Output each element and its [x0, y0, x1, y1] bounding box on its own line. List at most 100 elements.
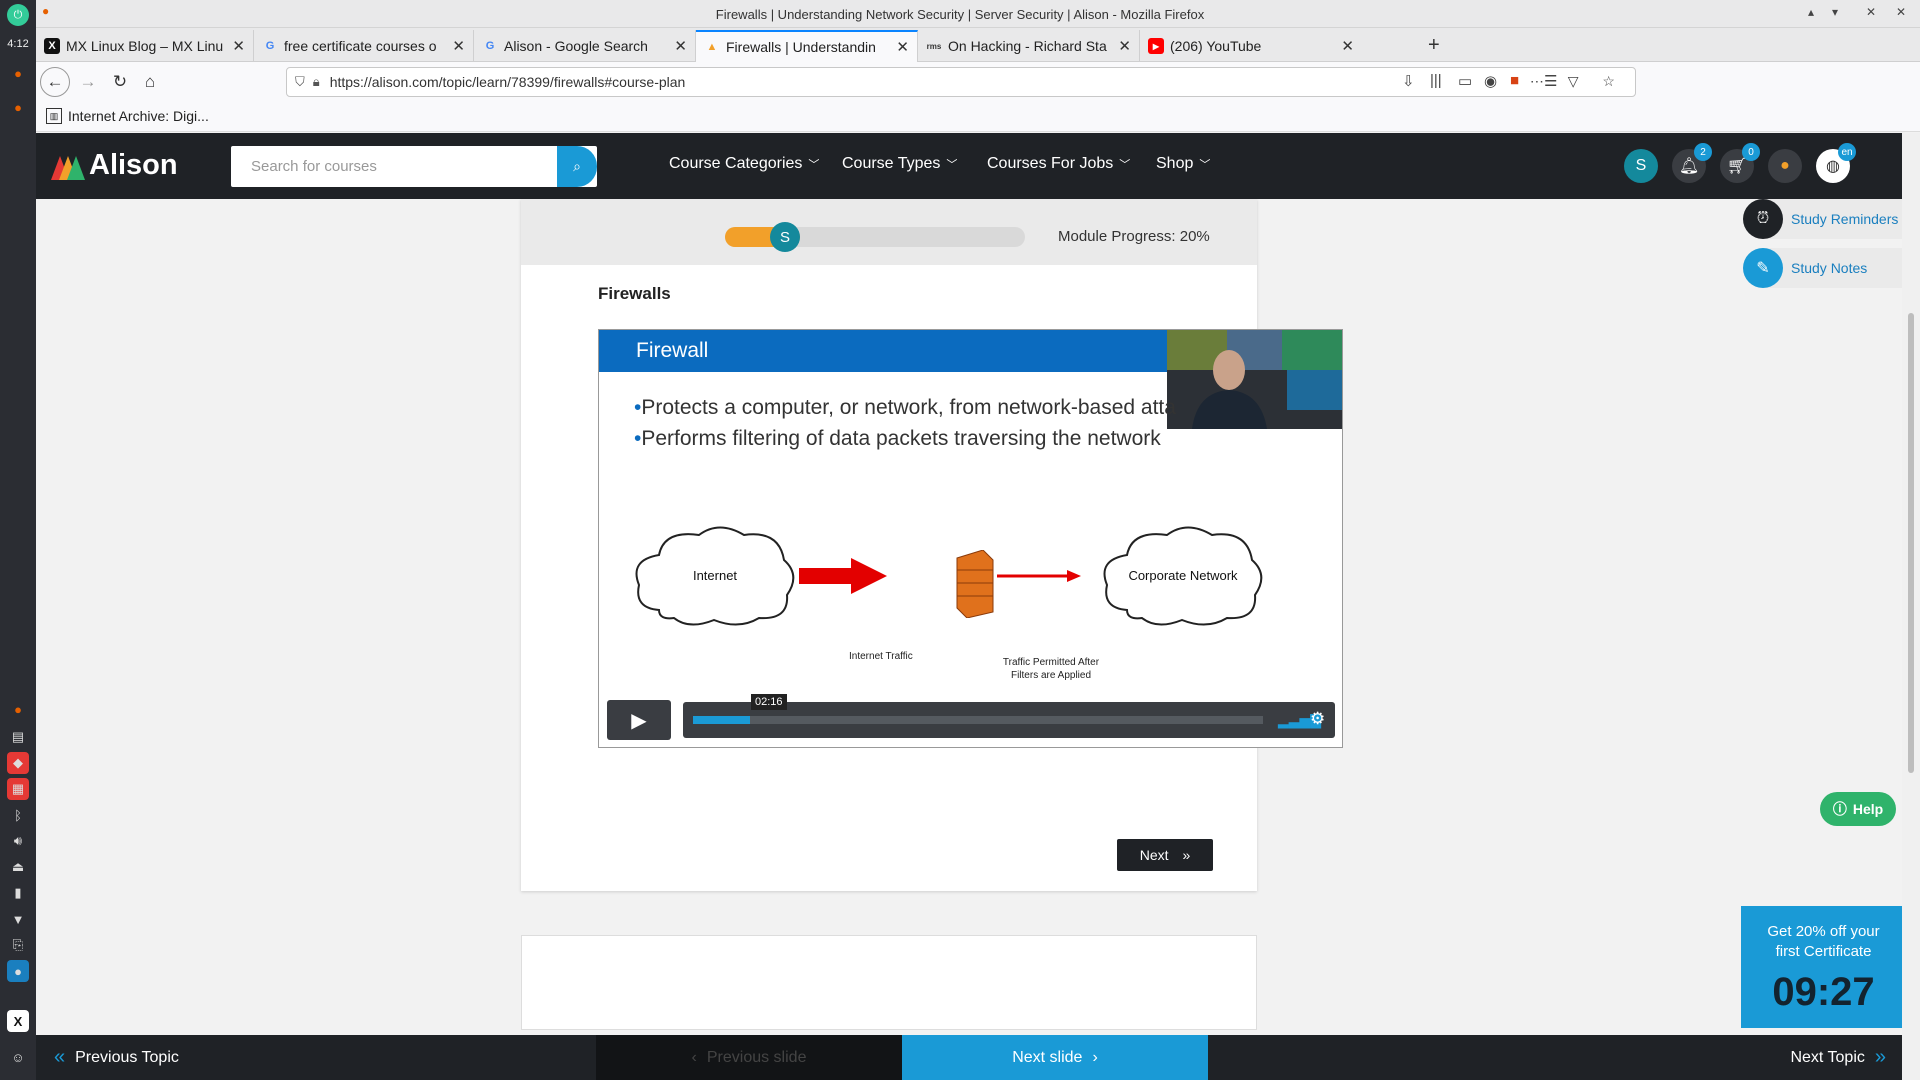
firefox-launcher-icon[interactable]: ●	[7, 698, 29, 720]
study-notes-button[interactable]: ✎ Study Notes	[1743, 248, 1902, 288]
network-icon[interactable]: ▼	[7, 908, 29, 930]
gear-icon[interactable]: ⚙	[1310, 709, 1325, 729]
video-player[interactable]: Firewall •Protects a computer, or networ…	[598, 329, 1343, 748]
back-arrow-icon[interactable]: ←	[40, 67, 70, 97]
library-icon[interactable]: |||	[1430, 72, 1442, 89]
alison-logo[interactable]: Alison	[51, 149, 178, 182]
close-icon[interactable]: ✕	[674, 37, 687, 55]
home-icon[interactable]: ⌂	[138, 70, 162, 94]
lock-icon[interactable]: 🔒︎	[313, 74, 320, 90]
tab-label: Firewalls | Understandin	[726, 39, 876, 55]
double-chevron-left-icon: «	[54, 1046, 66, 1068]
play-icon[interactable]: ▶	[607, 700, 671, 740]
tab-label: (206) YouTube	[1170, 38, 1262, 54]
medal-icon[interactable]: ●	[1768, 149, 1802, 183]
cart-icon[interactable]: 🛒︎ 0	[1720, 143, 1760, 183]
menu-label: Course Types	[842, 155, 941, 172]
window-shade-button[interactable]: ▴	[1808, 5, 1814, 19]
search-icon[interactable]: ⌕	[557, 146, 597, 187]
certificate-promo[interactable]: Get 20% off your first Certificate 09:27	[1741, 906, 1902, 1028]
close-icon[interactable]: ✕	[1118, 37, 1131, 55]
sidebar-icon[interactable]: ▭	[1458, 72, 1472, 90]
new-tab-icon[interactable]: +	[1428, 34, 1440, 57]
mx-linux-favicon: X	[44, 38, 60, 54]
close-icon[interactable]: ✕	[896, 38, 909, 56]
cart-badge: 0	[1742, 143, 1760, 161]
previous-slide-button[interactable]: ‹ Previous slide	[596, 1035, 902, 1080]
bookmark-internet-archive[interactable]: ▥ Internet Archive: Digi...	[46, 108, 209, 124]
volume-icon[interactable]: 🔊︎	[7, 830, 29, 852]
file-manager-icon[interactable]: ▤	[7, 726, 29, 748]
calendar-icon[interactable]: ▦	[7, 778, 29, 800]
menu-course-categories[interactable]: Course Categories ﹀	[669, 155, 819, 173]
scrollbar-thumb[interactable]	[1908, 313, 1914, 773]
slide-title: Firewall	[599, 330, 1174, 372]
page-scrollbar[interactable]	[1902, 133, 1920, 1080]
window-minimize-button[interactable]: ▾	[1832, 5, 1838, 19]
tab-mx-linux[interactable]: X MX Linux Blog – MX Linu ✕	[36, 30, 254, 62]
active-window-icon[interactable]: ●	[7, 960, 29, 982]
video-seekbar[interactable]: 02:16 ▂▃▅▇ ⚙	[683, 694, 1335, 738]
tab-label: Alison - Google Search	[504, 38, 648, 54]
chevron-down-icon: ﹀	[1119, 159, 1131, 171]
close-icon[interactable]: ✕	[1341, 37, 1354, 55]
menu-course-types[interactable]: Course Types ﹀	[842, 155, 957, 173]
tab-alison-search[interactable]: G Alison - Google Search ✕	[474, 30, 696, 62]
previous-topic-button[interactable]: « Previous Topic	[36, 1035, 596, 1080]
help-label: Help	[1852, 801, 1884, 817]
close-icon[interactable]: ✕	[452, 37, 465, 55]
shield-icon[interactable]: ⛉	[295, 74, 305, 90]
eject-icon[interactable]: ⏏	[7, 856, 29, 878]
window-close-button[interactable]: ✕	[1896, 5, 1906, 19]
help-button[interactable]: ⓘ Help	[1820, 792, 1896, 826]
firefox-window-icon[interactable]: ●	[7, 96, 29, 118]
next-topic-button[interactable]: Next Topic »	[1208, 1035, 1902, 1080]
window-title: Firewalls | Understanding Network Securi…	[715, 7, 1205, 22]
firefox-window-icon[interactable]: ●	[7, 62, 29, 84]
slide-bullet: •Performs filtering of data packets trav…	[634, 427, 1161, 450]
menu-courses-for-jobs[interactable]: Courses For Jobs ﹀	[987, 155, 1130, 173]
avatar[interactable]: S	[1624, 149, 1658, 183]
reload-icon[interactable]: ↻	[108, 70, 132, 94]
previous-topic-label: Previous Topic	[75, 1048, 179, 1066]
course-search: ⌕	[231, 146, 597, 187]
tab-label: On Hacking - Richard Sta	[948, 38, 1107, 54]
menu-icon[interactable]: ☰	[1544, 72, 1557, 90]
clipboard-icon[interactable]: ▮	[7, 882, 29, 904]
cloud-label: Internet	[692, 567, 738, 583]
tab-firewalls[interactable]: ▲ Firewalls | Understandin ✕	[696, 30, 918, 62]
url-text[interactable]: https://alison.com/topic/learn/78399/fir…	[330, 74, 686, 90]
seek-track[interactable]: 02:16	[693, 694, 1263, 724]
window-titlebar: Firewalls | Understanding Network Securi…	[0, 0, 1920, 28]
menu-shop[interactable]: Shop ﹀	[1156, 155, 1210, 173]
google-favicon: G	[265, 40, 275, 52]
bell-icon[interactable]: 🔔︎ 2	[1672, 143, 1712, 183]
tab-youtube[interactable]: ▶ (206) YouTube ✕	[1140, 30, 1362, 62]
system-menu-icon[interactable]: ⏻	[7, 4, 29, 26]
software-icon[interactable]: ◆	[7, 752, 29, 774]
paperclip-icon[interactable]: ⎘	[7, 934, 29, 956]
user-icon[interactable]: ☺	[7, 1046, 29, 1068]
chevron-down-icon: ﹀	[1199, 159, 1211, 171]
globe-icon[interactable]: ◍ en	[1816, 143, 1856, 183]
next-button[interactable]: Next »	[1117, 839, 1213, 871]
mx-logo-icon[interactable]: X	[7, 1010, 29, 1032]
search-input[interactable]	[231, 146, 531, 187]
bluetooth-icon[interactable]: ᛒ	[7, 804, 29, 826]
site-header: Alison ⌕ Course Categories ﹀ Course Types…	[36, 133, 1902, 199]
secondary-card	[521, 935, 1257, 1030]
next-label: Next	[1139, 847, 1169, 863]
extension-icon[interactable]: ■	[1510, 72, 1519, 89]
downloads-icon[interactable]: ⇩	[1402, 72, 1415, 90]
tab-free-certificate[interactable]: G free certificate courses o ✕	[254, 30, 474, 62]
forward-arrow-icon[interactable]: →	[76, 70, 100, 94]
progress-text: Module Progress: 20%	[1058, 228, 1210, 245]
question-icon: ⓘ	[1832, 801, 1847, 817]
window-maximize-button[interactable]: ✕	[1866, 5, 1876, 19]
next-slide-button[interactable]: Next slide ›	[902, 1035, 1208, 1080]
study-reminders-button[interactable]: ⏰︎ Study Reminders	[1743, 199, 1902, 239]
slide-bullets: •Protects a computer, or network, from n…	[634, 392, 1176, 454]
tab-on-hacking[interactable]: rms On Hacking - Richard Sta ✕	[918, 30, 1140, 62]
account-icon[interactable]: ◉	[1484, 72, 1497, 90]
close-icon[interactable]: ✕	[232, 37, 245, 55]
